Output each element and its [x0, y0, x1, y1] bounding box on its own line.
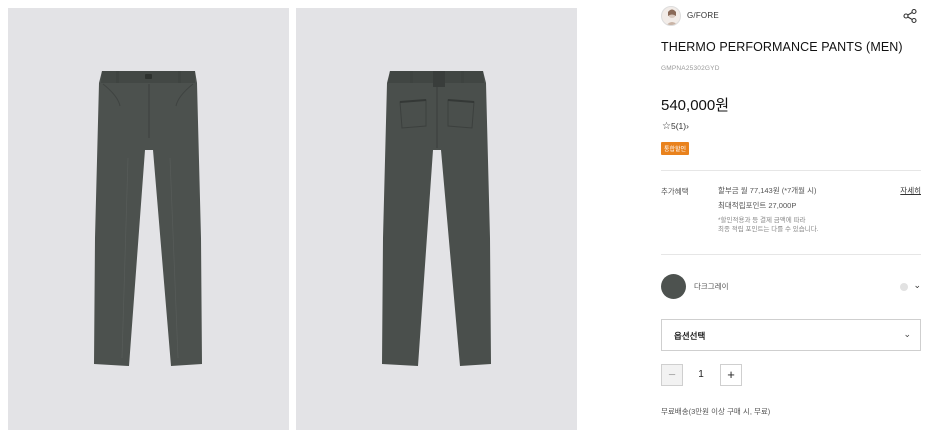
product-title: THERMO PERFORMANCE PANTS (MEN) — [661, 40, 903, 54]
color-name: 다크그레이 — [694, 282, 729, 291]
star-outline-icon: ☆ — [662, 121, 671, 132]
quantity-decrease-button[interactable]: − — [661, 364, 683, 386]
product-price: 540,000원 — [661, 97, 730, 114]
chevron-down-icon: ⌄ — [903, 329, 911, 339]
shipping-info: 무료배송(3만원 이상 구매 시, 무료) — [661, 407, 771, 416]
share-icon[interactable] — [902, 8, 918, 24]
brand-avatar-icon[interactable] — [661, 6, 681, 26]
pants-front-image — [94, 71, 202, 366]
rating-count: (1) — [675, 121, 687, 131]
color-swatch[interactable] — [661, 274, 686, 299]
chevron-right-icon: › — [686, 121, 689, 131]
brand-name[interactable]: G/FORE — [687, 11, 719, 20]
points-text: 최대적립포인트 27,000P — [718, 201, 797, 210]
benefit-detail-link[interactable]: 자세히 — [900, 185, 921, 196]
color-indicator-dot[interactable] — [900, 283, 908, 291]
pants-back-image — [382, 71, 491, 366]
discount-badge: 통합할인 — [661, 142, 690, 155]
quantity-increase-button[interactable]: + — [720, 364, 742, 386]
product-image-back[interactable] — [296, 8, 577, 430]
product-code: GMPNA25302GYD — [661, 65, 720, 72]
option-select[interactable]: 옵션선택 ⌄ — [661, 319, 921, 351]
divider — [661, 254, 921, 255]
quantity-value[interactable]: 1 — [695, 369, 707, 380]
product-image-front[interactable] — [8, 8, 289, 430]
rating-link[interactable]: ☆5(1)› — [662, 121, 689, 132]
quantity-stepper: − 1 + — [661, 364, 751, 386]
installment-text: 할부금 월 77,143원 (*7개월 시) — [718, 186, 817, 195]
benefit-label: 추가혜택 — [661, 187, 689, 196]
divider — [661, 170, 921, 171]
chevron-down-icon[interactable]: ⌄ — [913, 280, 921, 291]
points-note-line2: 최종 적립 포인트는 다를 수 있습니다. — [718, 226, 819, 233]
option-select-label: 옵션선택 — [674, 331, 706, 341]
brand-row: G/FORE — [661, 6, 921, 28]
